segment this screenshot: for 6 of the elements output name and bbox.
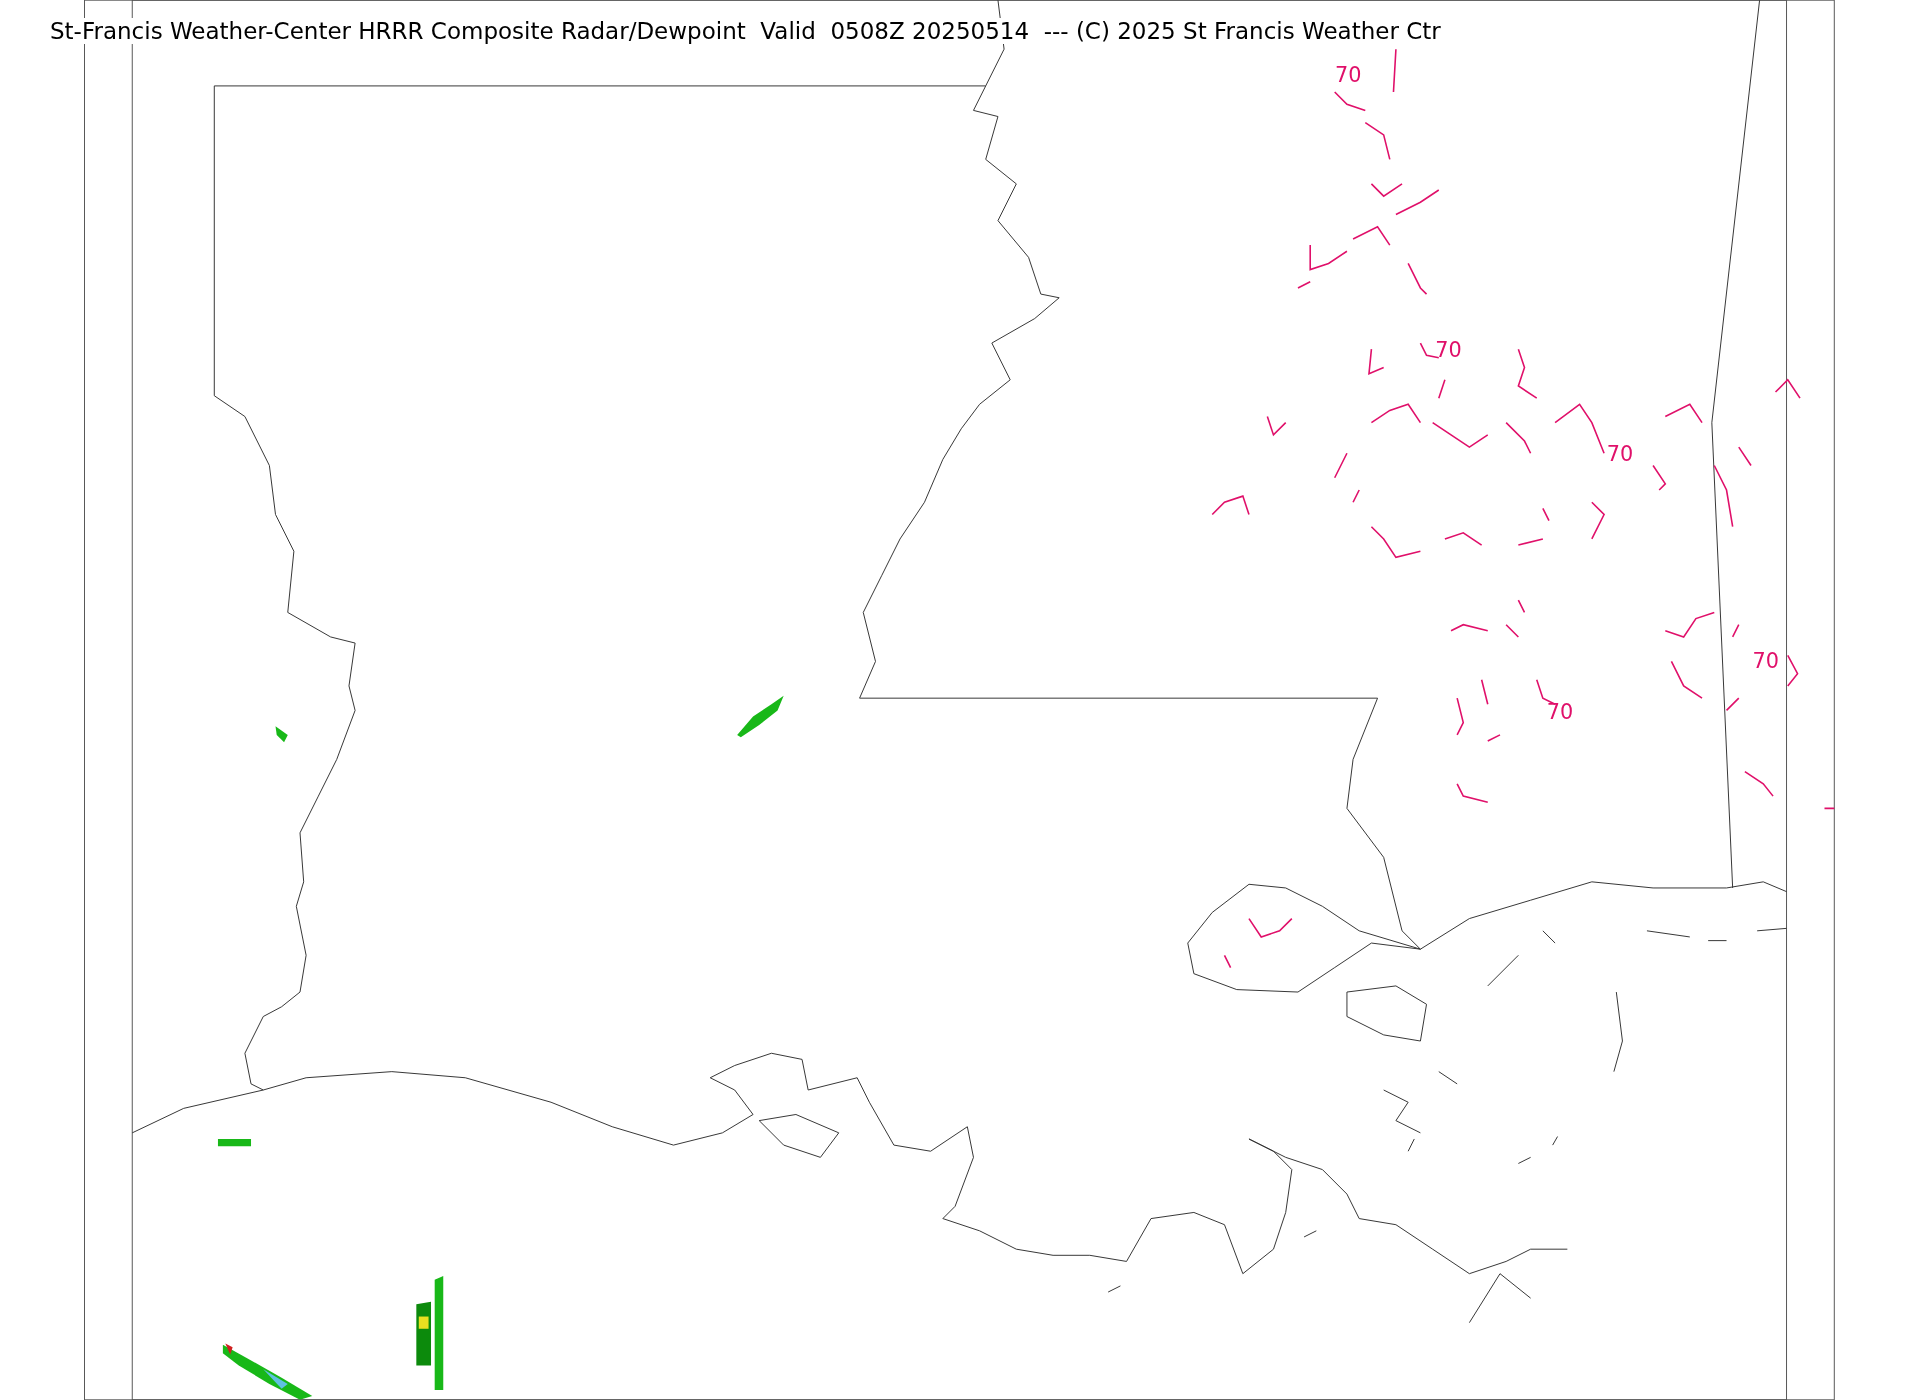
map-title: St-Francis Weather-Center HRRR Composite Radar/Dewpoint Valid 0508Z 20250514 --- (C) 2025 St Francis Weather Ctr	[50, 18, 1441, 44]
contour-label: 70	[1334, 63, 1362, 88]
contour-label: 70	[1752, 648, 1779, 673]
contour-label: 70	[1546, 700, 1574, 724]
contour-label: 70	[1606, 441, 1634, 466]
contour-label: 70	[1435, 337, 1462, 362]
